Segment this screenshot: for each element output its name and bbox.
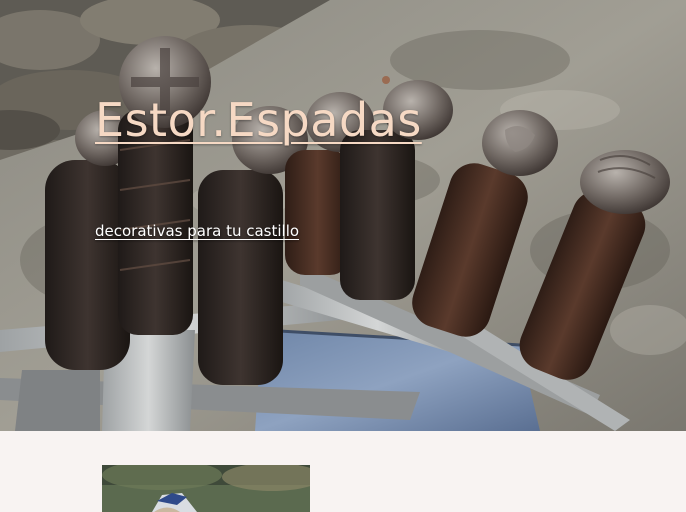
post-thumbnail-image <box>102 465 310 512</box>
site-header: Estor.Espadas decorativas para tu castil… <box>0 0 686 431</box>
site-tagline: decorativas para tu castillo <box>95 222 300 240</box>
page: Estor.Espadas decorativas para tu castil… <box>0 0 686 512</box>
site-title[interactable]: Estor.Espadas <box>95 94 422 147</box>
post-thumbnail[interactable] <box>102 465 310 512</box>
header-image <box>0 0 686 431</box>
